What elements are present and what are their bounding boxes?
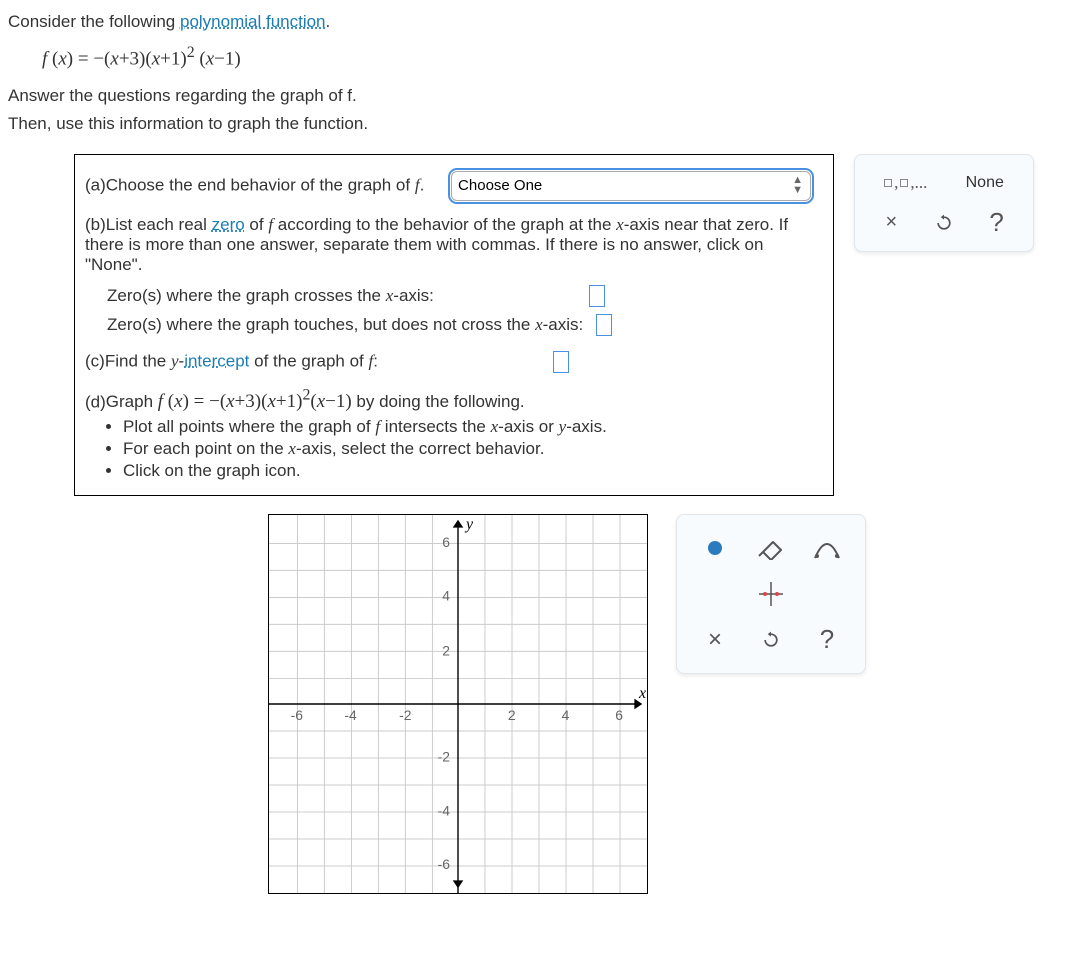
point-tool[interactable] bbox=[694, 529, 736, 567]
palette-undo-button[interactable] bbox=[924, 206, 964, 240]
part-d-text: Graph f (x) = −(x+3)(x+1)2(x−1) by doing… bbox=[106, 392, 525, 411]
svg-text:-4: -4 bbox=[344, 707, 357, 723]
part-c: (c)Find the y-intercept of the graph of … bbox=[85, 351, 823, 373]
graph-plot-tool[interactable] bbox=[750, 575, 792, 613]
end-behavior-select[interactable]: Choose One bbox=[451, 171, 811, 201]
graph-tool-palette: × ? bbox=[676, 514, 866, 674]
zero-link[interactable]: zero bbox=[212, 215, 245, 234]
graph-close-button[interactable]: × bbox=[694, 621, 736, 659]
polynomial-function-link[interactable]: polynomial function bbox=[180, 12, 326, 31]
answer-palette: ,,... None × ? bbox=[854, 154, 1034, 252]
intro-line2: Answer the questions regarding the graph… bbox=[8, 84, 1064, 108]
svg-text:-6: -6 bbox=[438, 856, 451, 872]
intro-line1-post: . bbox=[326, 12, 331, 31]
svg-text:x: x bbox=[638, 685, 646, 702]
zeros-cross-input[interactable] bbox=[589, 285, 605, 307]
palette-close-button[interactable]: × bbox=[871, 206, 911, 240]
intro-block: Consider the following polynomial functi… bbox=[8, 10, 1064, 136]
point-icon bbox=[704, 537, 726, 559]
svg-text:4: 4 bbox=[562, 707, 570, 723]
zeros-cross-row: Zero(s) where the graph crosses the x-ax… bbox=[107, 285, 823, 308]
d-bullet-2: For each point on the x-axis, select the… bbox=[123, 439, 823, 459]
svg-text:-2: -2 bbox=[399, 707, 412, 723]
part-d: (d)Graph f (x) = −(x+3)(x+1)2(x−1) by do… bbox=[85, 387, 823, 481]
graph-help-button[interactable]: ? bbox=[806, 621, 848, 659]
svg-text:-4: -4 bbox=[438, 802, 451, 818]
graph-undo-button[interactable] bbox=[750, 621, 792, 659]
main-formula: f (x) = −(x+3)(x+1)2 (x−1) bbox=[42, 44, 1064, 70]
intercept-link[interactable]: intercept bbox=[184, 351, 249, 370]
zeros-touch-label: Zero(s) where the graph touches, but doe… bbox=[107, 315, 583, 334]
part-c-label: (c) bbox=[85, 351, 105, 370]
question-box: (a)Choose the end behavior of the graph … bbox=[74, 154, 834, 496]
svg-text:-2: -2 bbox=[438, 749, 451, 765]
undo-icon bbox=[761, 630, 781, 650]
part-b-text: List each real zero of f according to th… bbox=[85, 215, 788, 274]
none-button[interactable]: None bbox=[966, 174, 1004, 192]
undo-icon bbox=[934, 213, 954, 233]
zeros-cross-label: Zero(s) where the graph crosses the x-ax… bbox=[107, 286, 434, 305]
part-d-label: (d) bbox=[85, 392, 106, 411]
svg-text:-6: -6 bbox=[291, 707, 304, 723]
intro-line3: Then, use this information to graph the … bbox=[8, 112, 1064, 136]
svg-text:2: 2 bbox=[442, 642, 450, 658]
svg-text:4: 4 bbox=[442, 587, 450, 603]
part-b: (b)List each real zero of f according to… bbox=[85, 215, 823, 337]
part-a-label: (a) bbox=[85, 175, 106, 194]
graph-icon bbox=[757, 580, 785, 608]
palette-help-button[interactable]: ? bbox=[977, 206, 1017, 240]
svg-text:6: 6 bbox=[442, 534, 450, 550]
svg-text:6: 6 bbox=[615, 707, 623, 723]
curve-tool[interactable] bbox=[806, 529, 848, 567]
part-b-label: (b) bbox=[85, 215, 106, 234]
eraser-tool[interactable] bbox=[750, 529, 792, 567]
curve-icon bbox=[813, 536, 841, 560]
svg-text:y: y bbox=[464, 516, 474, 533]
svg-text:2: 2 bbox=[508, 707, 516, 723]
d-bullet-1: Plot all points where the graph of f int… bbox=[123, 417, 823, 437]
part-a: (a)Choose the end behavior of the graph … bbox=[85, 165, 823, 201]
list-input-hint-icon[interactable]: ,,... bbox=[884, 173, 927, 193]
d-bullet-3: Click on the graph icon. bbox=[123, 461, 823, 481]
part-a-text: Choose the end behavior of the graph of … bbox=[106, 175, 425, 194]
part-c-text: Find the y-intercept of the graph of f: bbox=[105, 351, 378, 370]
y-intercept-input[interactable] bbox=[553, 351, 569, 373]
intro-line1-pre: Consider the following bbox=[8, 12, 180, 31]
zeros-touch-row: Zero(s) where the graph touches, but doe… bbox=[107, 314, 823, 337]
eraser-icon bbox=[757, 536, 785, 560]
graph-canvas[interactable]: -6 -4 -2 2 4 6 6 4 2 -2 -4 -6 x y bbox=[268, 514, 648, 894]
coordinate-grid: -6 -4 -2 2 4 6 6 4 2 -2 -4 -6 x y bbox=[269, 515, 647, 893]
zeros-touch-input[interactable] bbox=[596, 314, 612, 336]
